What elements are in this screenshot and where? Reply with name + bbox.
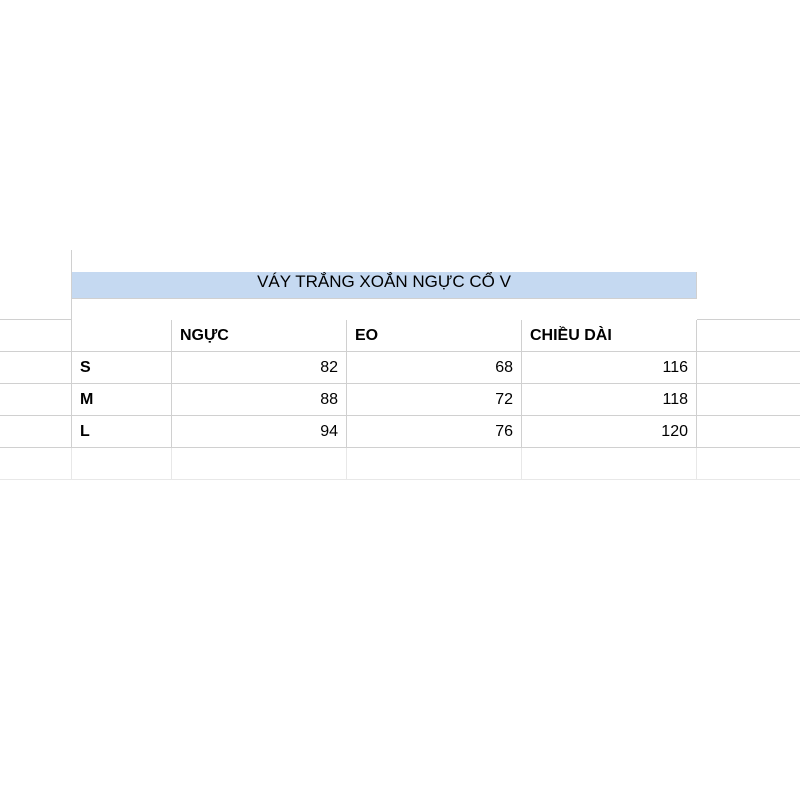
header-eo[interactable]: EO [347, 320, 522, 352]
header-size[interactable] [72, 320, 172, 352]
cell-empty[interactable] [0, 448, 72, 479]
table-row: M 88 72 118 [0, 384, 800, 416]
cell-empty[interactable] [0, 320, 72, 352]
table-row: S 82 68 116 [0, 352, 800, 384]
data-cell[interactable]: 94 [172, 416, 347, 448]
cell-empty[interactable] [522, 448, 697, 479]
title-row: VÁY TRẮNG XOẮN NGỰC CỔ V [0, 250, 800, 320]
data-cell[interactable]: 118 [522, 384, 697, 416]
header-nguc[interactable]: NGỰC [172, 320, 347, 352]
data-cell[interactable]: 88 [172, 384, 347, 416]
cell-empty[interactable] [697, 416, 800, 448]
data-cell[interactable]: 72 [347, 384, 522, 416]
table-title: VÁY TRẮNG XOẮN NGỰC CỔ V [257, 272, 511, 292]
cell-empty[interactable] [697, 320, 800, 352]
size-label[interactable]: S [72, 352, 172, 384]
empty-row [0, 448, 800, 480]
cell-empty[interactable] [697, 448, 800, 479]
spreadsheet-table: VÁY TRẮNG XOẮN NGỰC CỔ V NGỰC EO CHIỀU D… [0, 250, 800, 480]
cell-empty[interactable] [0, 250, 72, 320]
header-chieudai[interactable]: CHIỀU DÀI [522, 320, 697, 352]
data-cell[interactable]: 76 [347, 416, 522, 448]
cell-empty[interactable] [697, 384, 800, 416]
size-label[interactable]: L [72, 416, 172, 448]
cell-empty[interactable] [697, 352, 800, 384]
cell-empty[interactable] [0, 384, 72, 416]
data-cell[interactable]: 120 [522, 416, 697, 448]
header-row: NGỰC EO CHIỀU DÀI [0, 320, 800, 352]
cell-empty[interactable] [72, 448, 172, 479]
cell-empty[interactable] [172, 448, 347, 479]
title-cell[interactable]: VÁY TRẮNG XOẮN NGỰC CỔ V [72, 272, 697, 299]
data-cell[interactable]: 82 [172, 352, 347, 384]
size-label[interactable]: M [72, 384, 172, 416]
data-cell[interactable]: 68 [347, 352, 522, 384]
table-row: L 94 76 120 [0, 416, 800, 448]
cell-empty[interactable] [0, 416, 72, 448]
cell-empty[interactable] [347, 448, 522, 479]
cell-empty[interactable] [697, 250, 800, 320]
cell-empty[interactable] [0, 352, 72, 384]
data-cell[interactable]: 116 [522, 352, 697, 384]
